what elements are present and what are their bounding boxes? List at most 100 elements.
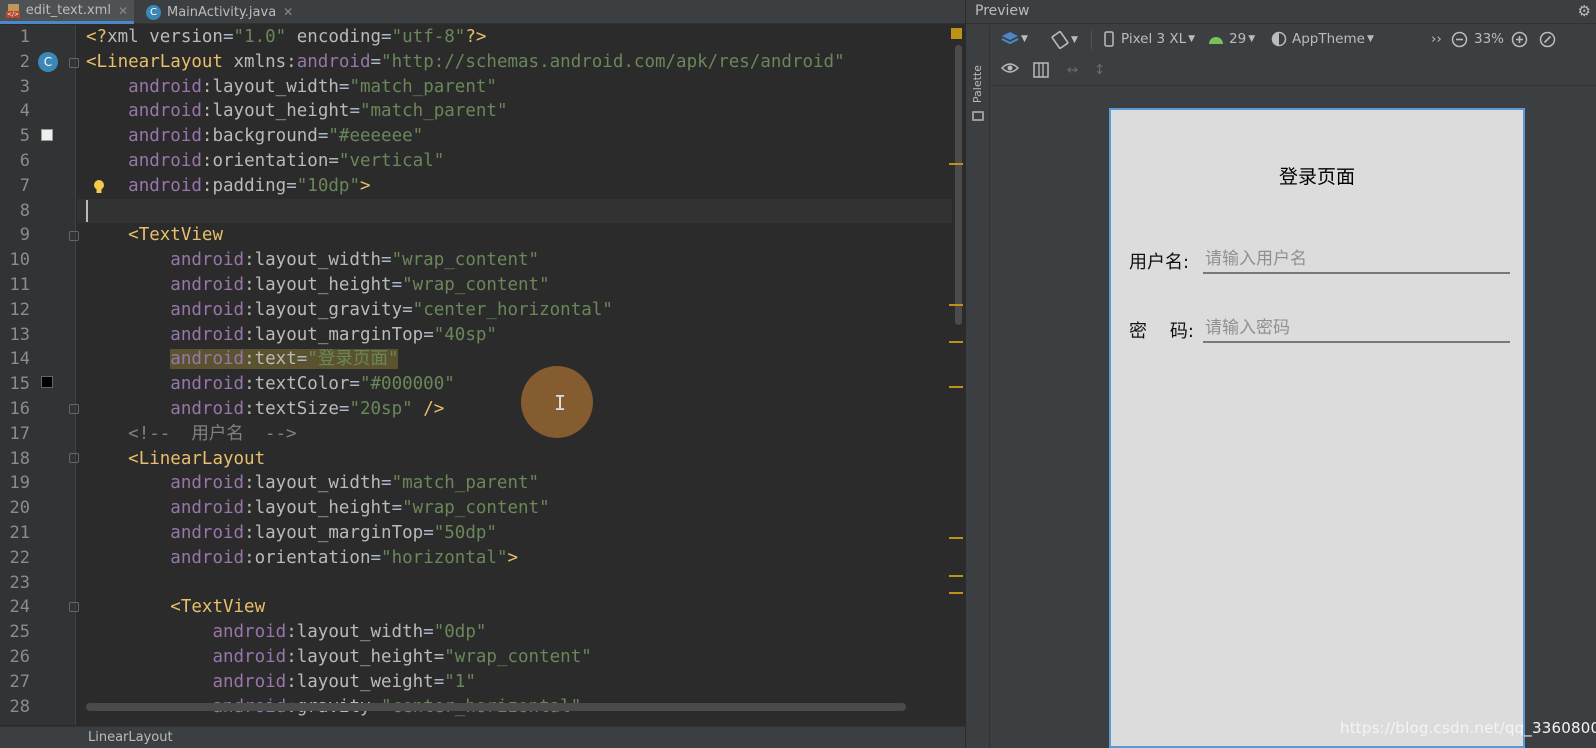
code-line-3[interactable]: android:layout_width="match_parent" <box>86 75 497 100</box>
layers-icon[interactable]: ▼ <box>1001 31 1028 47</box>
code-line-11[interactable]: android:layout_height="wrap_content" <box>86 273 549 298</box>
warning-stripe[interactable] <box>949 575 963 577</box>
line-number: 9 <box>19 225 30 246</box>
token: :layout_height <box>286 647 434 667</box>
palette-tab[interactable]: Palette <box>971 65 985 103</box>
zoom-fit-icon[interactable] <box>1539 31 1556 48</box>
color-swatch-icon[interactable] <box>41 376 53 388</box>
code-line-4[interactable]: android:layout_height="match_parent" <box>86 99 507 124</box>
token: xml version <box>107 27 223 47</box>
password-input[interactable]: 请输入密码 <box>1203 313 1510 343</box>
tab-main-activity-java[interactable]: C MainActivity.java ✕ <box>140 0 300 24</box>
code-line-12[interactable]: android:layout_gravity="center_horizonta… <box>86 298 613 323</box>
line-number: 16 <box>9 399 30 419</box>
code-line-22[interactable]: android:orientation="horizontal"> <box>86 546 518 571</box>
code-line-25[interactable]: android:layout_width="0dp" <box>86 620 486 645</box>
theme-selector[interactable]: AppTheme ▼ <box>1271 31 1374 47</box>
line-number: 4 <box>19 101 30 122</box>
blueprint-icon[interactable] <box>1033 62 1049 78</box>
line-number: 19 <box>9 473 30 494</box>
code-line-10[interactable]: android:layout_width="wrap_content" <box>86 248 539 273</box>
breadcrumb-item[interactable]: LinearLayout <box>88 730 173 745</box>
device-preview-screen[interactable]: 登录页面 用户名: 请输入用户名 密 码: 请输入密码 <box>1109 108 1525 748</box>
token: android <box>170 399 245 419</box>
warning-stripe[interactable] <box>949 341 963 343</box>
code-line-21[interactable]: android:layout_marginTop="50dp" <box>86 521 497 546</box>
warning-stripe[interactable] <box>949 304 963 306</box>
token: android <box>128 151 202 171</box>
token: :background <box>201 126 318 147</box>
code-line-16[interactable]: android:textSize="20sp" /> <box>86 397 444 422</box>
fold-icon[interactable] <box>69 602 79 612</box>
token: = <box>381 27 392 47</box>
warning-stripe[interactable] <box>949 537 963 539</box>
token: = <box>381 473 392 494</box>
zoom-out-icon[interactable] <box>1451 31 1468 48</box>
line-number: 27 <box>9 671 30 692</box>
fold-icon[interactable] <box>69 231 79 241</box>
api-level-selector[interactable]: 29 ▼ <box>1208 31 1255 47</box>
line-number: 21 <box>9 523 30 543</box>
username-input[interactable]: 请输入用户名 <box>1203 244 1510 274</box>
token: :orientation <box>244 547 371 568</box>
token: = <box>338 399 350 419</box>
token: encoding <box>286 27 382 47</box>
device-selector[interactable]: Pixel 3 XL ▼ <box>1103 31 1195 47</box>
token: :padding <box>201 175 287 196</box>
code-line-1[interactable]: <?xml version="1.0" encoding="utf-8"?> <box>86 25 486 50</box>
code-line-26[interactable]: android:layout_height="wrap_content" <box>86 645 591 670</box>
code-line-9[interactable]: <TextView <box>86 223 223 248</box>
code-editor[interactable]: 1 2 3 4 5 6 7 8 9 10 11 12 13 14 15 16 17 18 19 20 21 22 23 24 2… <box>0 25 965 725</box>
close-icon[interactable]: ✕ <box>283 5 293 19</box>
breadcrumb: LinearLayout <box>0 726 965 748</box>
code-line-24[interactable]: <TextView <box>86 595 265 620</box>
warning-stripe[interactable] <box>949 163 963 165</box>
warning-indicator-icon[interactable] <box>951 28 962 39</box>
token: android <box>128 101 202 122</box>
warning-stripe[interactable] <box>949 386 963 388</box>
color-swatch-icon[interactable] <box>41 129 53 141</box>
token: = <box>381 250 392 271</box>
class-gutter-icon[interactable]: C <box>38 52 58 72</box>
horizontal-scrollbar[interactable] <box>86 703 906 711</box>
code-line-6[interactable]: android:orientation="vertical" <box>86 149 444 174</box>
token: :layout_width <box>201 76 339 97</box>
warning-stripe[interactable] <box>949 592 963 594</box>
token: <TextView <box>128 225 223 246</box>
password-label: 密 码: <box>1129 321 1194 342</box>
code-line-18[interactable]: <LinearLayout <box>86 447 265 472</box>
vertical-resize-icon[interactable]: ↕ <box>1094 62 1105 78</box>
gear-icon[interactable]: ⚙ <box>1578 2 1591 20</box>
code-line-13[interactable]: android:layout_marginTop="40sp" <box>86 323 497 348</box>
code-line-7[interactable]: android:padding="10dp"> <box>86 174 370 199</box>
overflow-icon[interactable]: ›› <box>1431 31 1442 47</box>
code-line-5[interactable]: android:background="#eeeeee" <box>86 124 423 149</box>
token: = <box>433 647 445 667</box>
close-icon[interactable]: ✕ <box>118 4 128 18</box>
username-label: 用户名: <box>1129 252 1190 273</box>
code-line-27[interactable]: android:layout_weight="1" <box>86 670 475 695</box>
code-line-19[interactable]: android:layout_width="match_parent" <box>86 471 539 496</box>
eye-icon[interactable] <box>1001 62 1019 74</box>
tab-edit-text-xml[interactable]: </> edit_text.xml ✕ <box>0 0 134 24</box>
code-line-17[interactable]: <!-- 用户名 --> <box>86 422 296 447</box>
fold-icon[interactable] <box>69 58 79 68</box>
code-line-2[interactable]: <LinearLayout xmlns:android="http://sche… <box>86 50 845 75</box>
code-line-20[interactable]: android:layout_height="wrap_content" <box>86 496 549 521</box>
text-cursor-icon: I <box>554 391 567 415</box>
fold-icon[interactable] <box>69 453 79 463</box>
code-line-14[interactable]: android:text="登录页面" <box>86 347 399 372</box>
fold-icon[interactable] <box>69 404 79 414</box>
token: :layout_height <box>244 498 392 519</box>
horizontal-resize-icon[interactable]: ↔ <box>1067 62 1078 78</box>
orientation-icon[interactable]: ▼ <box>1051 31 1078 49</box>
token: "50dp" <box>433 523 497 543</box>
token: "match_parent" <box>349 76 497 97</box>
vertical-scrollbar[interactable] <box>955 45 962 325</box>
code-line-15[interactable]: android:textColor="#000000" <box>86 372 455 397</box>
java-class-icon: C <box>146 4 161 20</box>
token: <? <box>86 27 108 47</box>
zoom-in-icon[interactable] <box>1511 31 1528 48</box>
palette-icon[interactable] <box>972 111 984 121</box>
token: :layout_weight <box>286 671 434 692</box>
